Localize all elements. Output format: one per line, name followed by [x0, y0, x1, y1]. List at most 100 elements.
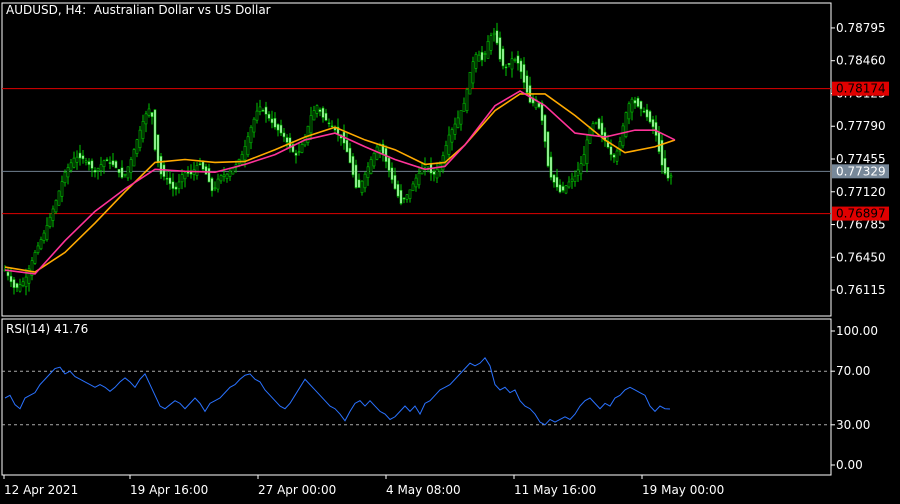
candle-body	[6, 271, 10, 277]
candle-body	[183, 172, 187, 180]
candle-body	[465, 89, 469, 111]
candle-body	[585, 139, 589, 165]
candle-body	[285, 137, 289, 143]
candle-body	[348, 147, 352, 164]
rsi-line	[4, 356, 671, 426]
candle-body	[48, 216, 52, 227]
candle-body	[360, 180, 364, 194]
candle-body	[663, 158, 667, 174]
candle-body	[555, 176, 559, 188]
candle-body	[12, 279, 16, 288]
candle-body	[666, 167, 670, 179]
candle-body	[402, 197, 406, 200]
candle-body	[621, 125, 625, 147]
chart-title: AUDUSD, H4: Australian Dollar vs US Doll…	[6, 3, 271, 17]
candle-body	[246, 136, 250, 156]
candle-body	[633, 100, 637, 104]
candle-body	[108, 162, 112, 164]
candle-body	[645, 109, 649, 118]
candle-body	[267, 113, 271, 119]
candle-body	[525, 75, 529, 93]
candle-body	[552, 174, 556, 183]
candle-body	[201, 161, 205, 170]
candle-body	[96, 168, 100, 172]
candle-body	[105, 159, 109, 162]
candle-body	[63, 171, 67, 184]
candle-body	[207, 167, 211, 183]
candle-body	[648, 111, 652, 123]
candle-body	[582, 154, 586, 166]
candle-body	[315, 105, 319, 114]
candle-body	[513, 59, 517, 61]
candle-body	[657, 132, 661, 152]
candle-body	[69, 162, 73, 171]
candle-body	[300, 144, 304, 153]
candle-body	[90, 160, 94, 169]
time-tick-label: 19 May 00:00	[642, 483, 724, 497]
candle-body	[123, 173, 127, 176]
candle-body	[507, 63, 511, 65]
candle-body	[654, 122, 658, 136]
candle-body	[243, 145, 247, 161]
candle-body	[231, 168, 235, 175]
chart-window[interactable]: 0.787950.784600.781250.777900.774550.771…	[0, 0, 900, 500]
rsi-tick-label: 30.00	[836, 418, 870, 432]
candle-body	[60, 181, 64, 197]
candle-body	[114, 161, 118, 169]
candle-body	[456, 117, 460, 128]
candle-body	[255, 110, 259, 121]
candle-body	[483, 53, 487, 55]
candle-body	[141, 121, 145, 139]
candle-body	[180, 174, 184, 183]
candle-body	[324, 112, 328, 121]
candle-body	[393, 175, 397, 190]
time-tick-label: 11 May 16:00	[514, 483, 596, 497]
candle-body	[321, 107, 325, 118]
candle-body	[24, 276, 28, 288]
candle-body	[504, 66, 508, 69]
candle-body	[558, 184, 562, 193]
candle-body	[474, 54, 478, 69]
candle-body	[84, 160, 88, 163]
candle-body	[387, 157, 391, 171]
price-tick-label: 0.76115	[836, 283, 886, 297]
candle-body	[78, 152, 82, 159]
time-tick-label: 12 Apr 2021	[4, 483, 78, 497]
candle-body	[129, 159, 133, 173]
candle-body	[213, 187, 217, 190]
candle-body	[597, 118, 601, 130]
candle-body	[564, 185, 568, 194]
candle-body	[222, 174, 226, 177]
chart-canvas[interactable]: 0.787950.784600.781250.777900.774550.771…	[0, 0, 900, 500]
candle-body	[477, 54, 481, 62]
candle-body	[204, 166, 208, 175]
candle-body	[153, 109, 157, 151]
candle-body	[462, 102, 466, 112]
candle-body	[261, 109, 265, 112]
candle-body	[279, 124, 283, 134]
candle-body	[480, 51, 484, 61]
candle-body	[72, 157, 76, 168]
candle-body	[240, 154, 244, 165]
candle-body	[318, 109, 322, 112]
candle-body	[540, 102, 544, 122]
candle-body	[51, 208, 55, 221]
candle-body	[198, 163, 202, 166]
rsi-tick-label: 70.00	[836, 364, 870, 378]
candle-body	[522, 64, 526, 83]
price-label-text: 0.77329	[836, 164, 886, 178]
candle-body	[33, 252, 37, 264]
candle-body	[294, 152, 298, 156]
candle-body	[492, 32, 496, 36]
candle-body	[150, 112, 154, 118]
time-tick-label: 19 Apr 16:00	[130, 483, 208, 497]
candle-body	[579, 163, 583, 175]
candle-body	[135, 139, 139, 154]
candle-body	[54, 200, 58, 213]
candle-body	[519, 60, 523, 73]
candle-body	[42, 232, 46, 241]
rsi-pane-frame	[1, 318, 832, 476]
candle-body	[147, 108, 151, 116]
candle-body	[396, 183, 400, 197]
candle-body	[219, 175, 223, 182]
